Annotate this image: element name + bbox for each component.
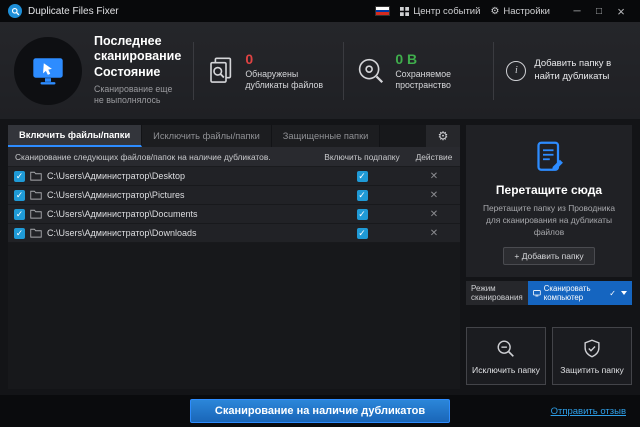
exclude-folder-label: Исключить папку	[472, 364, 540, 375]
table-header: Сканирование следующих файлов/папок на н…	[8, 147, 460, 167]
check-icon: ✓	[609, 288, 616, 298]
folder-path: C:\Users\Администратор\Downloads	[47, 228, 197, 238]
last-scan-status: Последнее сканирование Состояние Сканиро…	[94, 34, 181, 107]
disk-magnifier-icon	[359, 58, 384, 83]
remove-row-button[interactable]: ✕	[430, 228, 438, 239]
documents-magnifier-icon	[210, 56, 232, 83]
monitor-cursor-icon	[33, 57, 63, 84]
remove-row-button[interactable]: ✕	[430, 190, 438, 201]
dropzone-description: Перетащите папку из Проводника для скани…	[482, 203, 616, 237]
footer-bar: Сканирование на наличие дубликатов Отпра…	[0, 395, 640, 427]
side-panel: Перетащите сюда Перетащите папку из Пров…	[466, 125, 632, 389]
folder-path: C:\Users\Администратор\Documents	[47, 209, 198, 219]
space-stat: 0 B Сохраняемое пространство	[356, 51, 481, 91]
tab-exclude-folders[interactable]: Исключить файлы/папки	[142, 125, 272, 147]
subfolder-checkbox[interactable]: ✓	[356, 189, 368, 201]
tab-protected-folders[interactable]: Защищенные папки	[271, 125, 381, 147]
minimize-button[interactable]: ─	[566, 2, 588, 20]
app-window: Duplicate Files Fixer Центр событий ⚙ На…	[0, 0, 640, 427]
computer-icon	[533, 289, 541, 297]
space-saved-value: 0 B	[395, 50, 418, 67]
document-pencil-icon	[537, 141, 563, 171]
events-center-label: Центр событий	[413, 5, 481, 17]
space-saved-label: Сохраняемое пространство	[395, 68, 452, 90]
add-folder-button[interactable]: + Добавить папку	[503, 247, 595, 266]
events-center-button[interactable]: Центр событий	[400, 6, 480, 17]
info-icon: i	[506, 60, 527, 81]
folder-tabs: Включить файлы/папки Исключить файлы/пап…	[8, 125, 460, 147]
dropzone-title: Перетащите сюда	[495, 183, 603, 197]
settings-label: Настройки	[503, 5, 550, 17]
duplicates-count: 0	[245, 50, 254, 67]
row-checkbox[interactable]: ✓	[14, 170, 25, 182]
row-checkbox[interactable]: ✓	[14, 227, 25, 239]
list-settings-button[interactable]: ⚙	[426, 125, 460, 147]
folders-panel: Включить файлы/папки Исключить файлы/пап…	[8, 125, 460, 389]
window-title: Duplicate Files Fixer	[28, 5, 119, 17]
remove-row-button[interactable]: ✕	[430, 171, 438, 182]
scan-mode-value: Сканировать компьютер	[543, 284, 591, 303]
close-button[interactable]: ×	[610, 2, 632, 20]
tab-include-folders[interactable]: Включить файлы/папки	[8, 125, 143, 147]
shield-icon	[584, 339, 600, 358]
folder-icon	[30, 228, 42, 238]
scan-status-circle	[14, 36, 82, 105]
maximize-button[interactable]: □	[588, 2, 610, 20]
status-header: Последнее сканирование Состояние Сканиро…	[0, 22, 640, 119]
duplicates-stat: 0 Обнаружены дубликаты файлов	[206, 51, 331, 91]
column-path-header: Сканирование следующих файлов/папок на н…	[15, 151, 271, 162]
folder-icon	[30, 209, 42, 219]
settings-button[interactable]: ⚙ Настройки	[490, 6, 550, 17]
divider	[193, 41, 195, 100]
table-row: ✓ C:\Users\Администратор\Desktop ✓ ✕	[8, 167, 460, 186]
titlebar: Duplicate Files Fixer Центр событий ⚙ На…	[0, 0, 640, 22]
subfolder-checkbox[interactable]: ✓	[356, 208, 368, 220]
last-scan-subtitle: Сканирование еще не выполнялось	[94, 83, 173, 106]
protect-folder-label: Защитить папку	[560, 364, 624, 375]
column-subfolder-header: Включить подпапку	[324, 151, 400, 162]
chevron-down-icon	[621, 291, 627, 296]
folder-path: C:\Users\Администратор\Pictures	[47, 190, 185, 200]
protect-folder-button[interactable]: Защитить папку	[552, 327, 632, 385]
folder-icon	[30, 171, 42, 181]
divider	[343, 41, 345, 100]
drop-zone[interactable]: Перетащите сюда Перетащите папку из Пров…	[466, 125, 632, 278]
scan-duplicates-button[interactable]: Сканирование на наличие дубликатов	[189, 399, 451, 423]
folder-icon	[30, 190, 42, 200]
gear-icon: ⚙	[437, 129, 449, 143]
add-folder-hint-label: Добавить папку в найти дубликаты	[534, 58, 612, 82]
subfolder-checkbox[interactable]: ✓	[356, 170, 368, 182]
magnifier-minus-icon	[497, 340, 514, 357]
exclude-folder-button[interactable]: Исключить папку	[466, 327, 546, 385]
last-scan-title: Последнее сканирование Состояние	[94, 34, 182, 79]
scan-mode-dropdown[interactable]: Сканировать компьютер ✓	[528, 281, 632, 306]
column-action-header: Действие	[415, 151, 453, 162]
send-feedback-link[interactable]: Отправить отзыв	[551, 406, 626, 417]
table-row: ✓ C:\Users\Администратор\Documents ✓ ✕	[8, 205, 460, 224]
grid-icon	[400, 6, 410, 16]
tab-spacer	[380, 125, 426, 147]
language-flag-icon[interactable]	[375, 6, 391, 16]
table-row: ✓ C:\Users\Администратор\Downloads ✓ ✕	[8, 224, 460, 243]
table-row: ✓ C:\Users\Администратор\Pictures ✓ ✕	[8, 186, 460, 205]
folder-path: C:\Users\Администратор\Desktop	[47, 171, 185, 181]
duplicates-label: Обнаружены дубликаты файлов	[245, 68, 324, 90]
row-checkbox[interactable]: ✓	[14, 189, 25, 201]
main-content: Включить файлы/папки Исключить файлы/пап…	[0, 119, 640, 395]
gear-icon: ⚙	[490, 5, 500, 17]
row-checkbox[interactable]: ✓	[14, 208, 25, 220]
app-icon	[8, 4, 22, 18]
add-folder-hint[interactable]: i Добавить папку в найти дубликаты	[506, 58, 626, 83]
scan-mode: Режим сканирования Сканировать компьютер…	[466, 281, 632, 306]
scan-mode-label: Режим сканирования	[466, 281, 528, 306]
divider	[493, 41, 495, 100]
subfolder-checkbox[interactable]: ✓	[356, 227, 368, 239]
remove-row-button[interactable]: ✕	[430, 209, 438, 220]
